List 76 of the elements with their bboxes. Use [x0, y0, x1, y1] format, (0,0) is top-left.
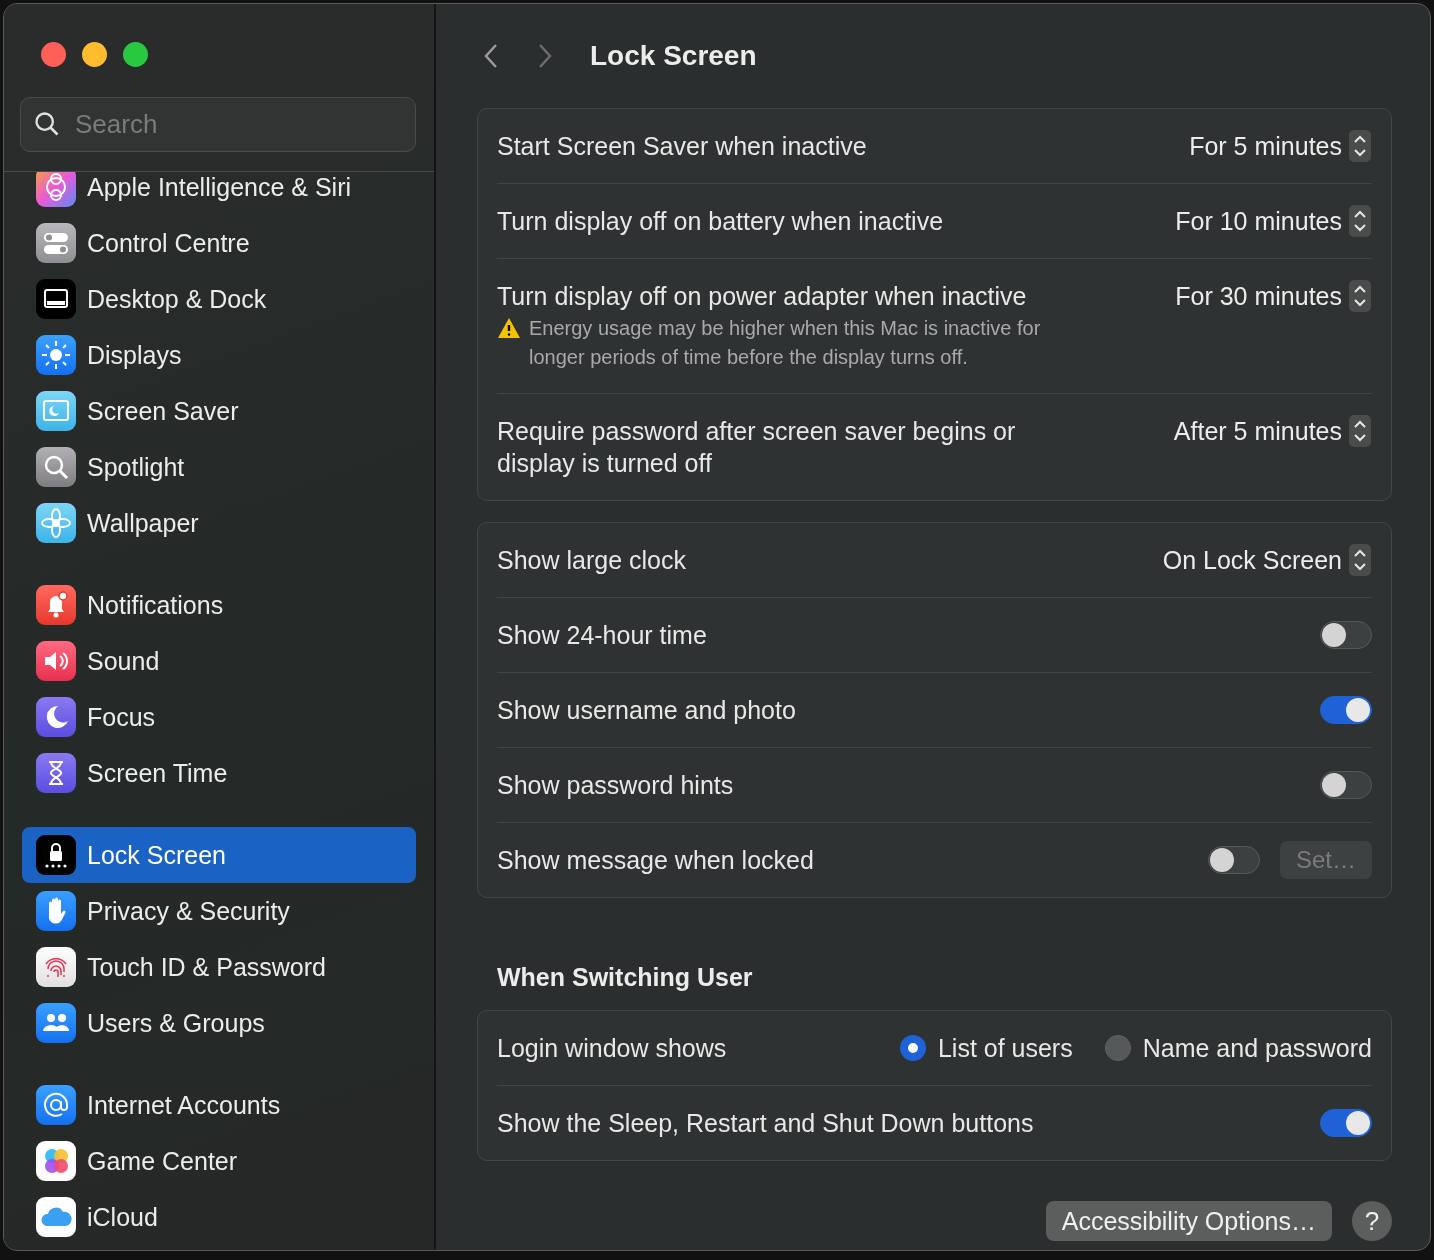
setting-label: Show large clock	[497, 545, 686, 576]
setting-label: Start Screen Saver when inactive	[497, 131, 867, 162]
up-down-chevron-icon	[1348, 544, 1372, 576]
flower-icon	[36, 503, 76, 543]
setting-label: Show 24-hour time	[497, 620, 707, 651]
sidebar-item[interactable]: Users & Groups	[22, 995, 416, 1051]
sidebar-item[interactable]: Screen Time	[22, 745, 416, 801]
two-people-icon	[36, 1003, 76, 1043]
toggle-switch[interactable]	[1320, 621, 1372, 649]
warning-note: Energy usage may be higher when this Mac is inactive for longer periods of time before the display turns off.	[529, 316, 1042, 370]
search-field[interactable]: Search	[20, 97, 416, 152]
sidebar-item[interactable]: iCloud	[22, 1189, 416, 1245]
colored-bubbles-icon	[36, 1141, 76, 1181]
setting-label: Show the Sleep, Restart and Shut Down buttons	[497, 1108, 1034, 1139]
setting-label: Turn display off on power adapter when inactive	[497, 281, 1028, 312]
page-title: Lock Screen	[590, 40, 757, 72]
zoom-button[interactable]	[123, 42, 148, 67]
minimize-button[interactable]	[82, 42, 107, 67]
setting-label: Turn display off on battery when inactive	[497, 206, 944, 237]
setting-label: Login window shows	[497, 1033, 727, 1064]
radio-option[interactable]: List of users	[899, 1033, 1073, 1063]
dock-icon	[36, 279, 76, 319]
help-button[interactable]: ?	[1352, 1201, 1392, 1241]
search-icon	[33, 110, 61, 138]
sidebar-item[interactable]: Lock Screen	[22, 827, 416, 883]
toggle-switches-icon	[36, 223, 76, 263]
moon-screen-icon	[36, 391, 76, 431]
toggle-switch[interactable]	[1207, 846, 1260, 874]
sidebar-item[interactable]: Privacy & Security	[22, 883, 416, 939]
sun-icon	[36, 335, 76, 375]
sidebar-item[interactable]: Focus	[22, 689, 416, 745]
at-sign-icon	[36, 1085, 76, 1125]
sidebar-item[interactable]: Internet Accounts	[22, 1077, 416, 1133]
popup-menu[interactable]: On Lock Screen	[1162, 544, 1372, 576]
sidebar-item[interactable]: Screen Saver	[22, 383, 416, 439]
toggle-switch[interactable]	[1320, 696, 1372, 724]
moon-icon	[36, 697, 76, 737]
close-button[interactable]	[41, 42, 66, 67]
hourglass-icon	[36, 753, 76, 793]
popup-menu[interactable]: For 10 minutes	[1175, 205, 1372, 237]
padlock-icon	[36, 835, 76, 875]
sidebar-item[interactable]: Touch ID & Password	[22, 939, 416, 995]
accessibility-options-button[interactable]: Accessibility Options…	[1045, 1201, 1332, 1241]
sidebar-item[interactable]: Game Center	[22, 1133, 416, 1189]
toggle-switch[interactable]	[1320, 1109, 1372, 1137]
up-down-chevron-icon	[1348, 280, 1372, 312]
radio-button[interactable]	[1104, 1035, 1131, 1061]
up-down-chevron-icon	[1348, 130, 1372, 162]
sidebar-item[interactable]: Notifications	[22, 577, 416, 633]
setting-label: Show password hints	[497, 770, 734, 801]
up-down-chevron-icon	[1348, 205, 1372, 237]
popup-menu[interactable]: After 5 minutes	[1173, 415, 1372, 447]
sidebar-item[interactable]: Control Centre	[22, 215, 416, 271]
popup-menu[interactable]: For 30 minutes	[1175, 280, 1372, 312]
bell-icon	[36, 585, 76, 625]
speaker-icon	[36, 641, 76, 681]
sidebar-item[interactable]: Sound	[22, 633, 416, 689]
magnifier-icon	[36, 447, 76, 487]
radio-option[interactable]: Name and password	[1104, 1033, 1372, 1063]
sidebar-item[interactable]: Apple Intelligence & Siri	[22, 172, 416, 215]
popup-menu[interactable]: For 5 minutes	[1189, 130, 1372, 162]
sidebar-item[interactable]: Spotlight	[22, 439, 416, 495]
sidebar-item[interactable]: Wallpaper	[22, 495, 416, 551]
toggle-switch[interactable]	[1320, 771, 1372, 799]
cloud-icon	[36, 1197, 76, 1237]
sidebar-item[interactable]: Displays	[22, 327, 416, 383]
setting-label: Show message when locked	[497, 845, 814, 876]
fingerprint-icon	[36, 947, 76, 987]
sidebar-item[interactable]: Desktop & Dock	[22, 271, 416, 327]
warning-icon	[497, 317, 521, 339]
setting-label: Require password after screen saver begins or display is turned off	[497, 416, 1017, 479]
setting-label: Show username and photo	[497, 695, 796, 726]
radio-button[interactable]	[899, 1035, 926, 1061]
hand-icon	[36, 891, 76, 931]
up-down-chevron-icon	[1348, 415, 1372, 447]
section-heading: When Switching User	[497, 963, 754, 992]
